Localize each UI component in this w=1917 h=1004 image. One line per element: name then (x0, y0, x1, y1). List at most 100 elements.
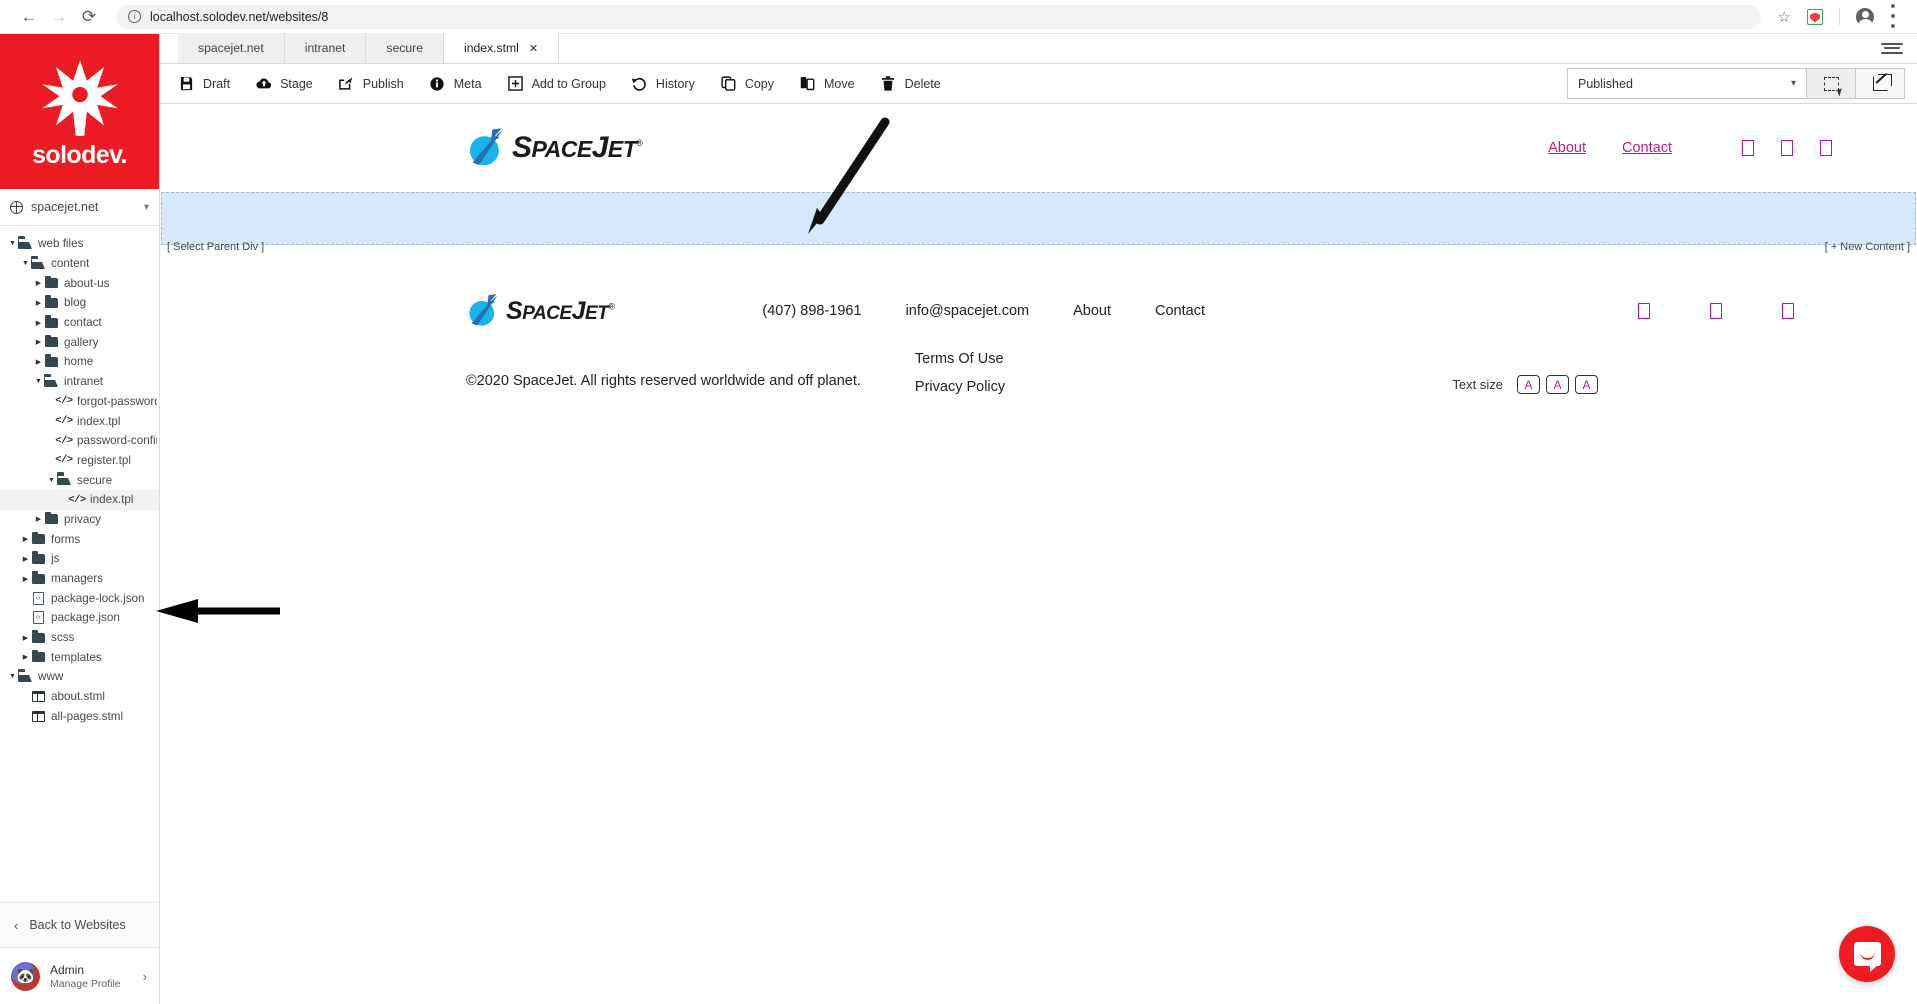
twisty-collapsed-icon[interactable] (21, 555, 30, 563)
reload-icon[interactable]: ⟳ (74, 2, 104, 32)
twisty-collapsed-icon[interactable] (34, 515, 43, 523)
privacy-policy-link[interactable]: Privacy Policy (915, 379, 1005, 395)
social-box-icon-1[interactable] (1742, 140, 1754, 156)
tree-item-intranet[interactable]: intranet (0, 372, 159, 392)
tab-secure[interactable]: secure (366, 33, 444, 63)
footer-email[interactable]: info@spacejet.com (906, 303, 1030, 319)
meta-button[interactable]: Meta (429, 75, 482, 92)
footer-phone[interactable]: (407) 898-1961 (762, 303, 861, 319)
content-drop-zone[interactable]: [ Select Parent Div ] [ + New Content ] (161, 192, 1916, 253)
tree-item-register-tpl[interactable]: </> register.tpl (0, 451, 159, 471)
tree-item-templates[interactable]: templates (0, 647, 159, 667)
twisty-collapsed-icon[interactable] (34, 358, 43, 366)
twisty-collapsed-icon[interactable] (34, 338, 43, 346)
tab-index-stml[interactable]: index.stml ✕ (443, 33, 560, 63)
twisty-expanded-icon[interactable] (47, 477, 56, 484)
footer-link-contact[interactable]: Contact (1155, 303, 1205, 319)
header-nav-contact[interactable]: Contact (1622, 140, 1672, 156)
history-button[interactable]: History (631, 75, 695, 92)
tree-item-about-us[interactable]: about-us (0, 273, 159, 293)
back-to-websites-button[interactable]: ‹ Back to Websites (0, 902, 159, 948)
open-external-button[interactable] (1856, 68, 1905, 99)
profile-avatar-icon[interactable] (1856, 7, 1874, 28)
star-icon[interactable]: ☆ (1771, 8, 1798, 26)
publish-button[interactable]: Publish (338, 75, 404, 92)
tree-item-index-tpl[interactable]: </> index.tpl (0, 411, 159, 431)
tree-item-secure[interactable]: secure (0, 470, 159, 490)
tree-item-content[interactable]: content (0, 254, 159, 274)
chevron-down-icon[interactable]: ▾ (144, 202, 149, 213)
tab-spacejet-net[interactable]: spacejet.net (178, 33, 285, 63)
delete-button[interactable]: Delete (880, 75, 941, 92)
chevron-right-icon[interactable]: › (143, 969, 147, 984)
file-tree[interactable]: web files content about-us blog contact galle… (0, 226, 159, 902)
spacejet-logo-footer[interactable]: SPACEJET® (466, 293, 615, 329)
social-box-icon-3[interactable] (1820, 140, 1832, 156)
twisty-expanded-icon[interactable] (21, 260, 30, 267)
tree-item-managers[interactable]: managers (0, 569, 159, 589)
draft-button[interactable]: Draft (178, 75, 230, 92)
marquee-select-button[interactable] (1807, 68, 1856, 99)
tree-item-privacy[interactable]: privacy (0, 510, 159, 530)
copy-button[interactable]: Copy (720, 75, 774, 92)
tab-intranet[interactable]: intranet (284, 33, 367, 63)
tree-item-scss[interactable]: scss (0, 628, 159, 648)
user-profile[interactable]: 🐼 Admin Manage Profile › (0, 948, 159, 1004)
chevron-down-icon[interactable]: ▾ (1791, 78, 1796, 89)
tree-item-password-confirmation-tpl[interactable]: </> password-confirmation.tpl (0, 431, 159, 451)
document-tabs[interactable]: spacejet.net intranet secure index.stml ✕ (160, 33, 1917, 64)
publish-status-select[interactable]: Published ▾ (1567, 68, 1807, 99)
header-nav-about[interactable]: About (1548, 140, 1586, 156)
hamburger-menu-icon[interactable] (1881, 40, 1903, 56)
toolbar-item-label: History (655, 76, 695, 91)
footer-social-box-icon-2[interactable] (1710, 303, 1722, 319)
tree-item-js[interactable]: js (0, 549, 159, 569)
extension-icon[interactable] (1807, 8, 1823, 25)
address-bar[interactable]: i localhost.solodev.net/websites/8 (116, 4, 1761, 29)
back-arrow-icon[interactable]: ← (14, 2, 44, 32)
tree-item-gallery[interactable]: gallery (0, 332, 159, 352)
tree-item-forgot-password-tpl[interactable]: </> forgot-password.tpl (0, 392, 159, 412)
tree-item-forms[interactable]: forms (0, 529, 159, 549)
open-external-icon (1872, 74, 1892, 91)
text-size-small-button[interactable]: A (1517, 375, 1540, 394)
twisty-collapsed-icon[interactable] (21, 575, 30, 583)
forward-arrow-icon[interactable]: → (44, 2, 74, 32)
spacejet-logo-header[interactable]: SPACEJET® (466, 127, 643, 169)
twisty-collapsed-icon[interactable] (21, 653, 30, 661)
twisty-expanded-icon[interactable] (8, 240, 17, 247)
tree-item-package-lock-json[interactable]: package-lock.json (0, 588, 159, 608)
tree-item-index-tpl[interactable]: </> index.tpl (0, 489, 159, 510)
site-info-icon[interactable]: i (128, 10, 141, 23)
move-button[interactable]: Move (799, 75, 855, 92)
tab-close-icon[interactable]: ✕ (529, 42, 538, 55)
twisty-collapsed-icon[interactable] (34, 279, 43, 287)
stage-button[interactable]: Stage (255, 75, 313, 92)
terms-of-use-link[interactable]: Terms Of Use (915, 351, 1005, 367)
tree-item-blog[interactable]: blog (0, 293, 159, 313)
social-box-icon-2[interactable] (1781, 140, 1793, 156)
twisty-expanded-icon[interactable] (34, 378, 43, 385)
chat-widget-button[interactable] (1839, 926, 1895, 982)
twisty-collapsed-icon[interactable] (34, 299, 43, 307)
site-selector[interactable]: spacejet.net ▾ (0, 189, 159, 226)
tree-item-www[interactable]: www (0, 667, 159, 687)
chrome-menu-icon[interactable]: • • • (1883, 0, 1903, 34)
solodev-logo[interactable]: solodev. (0, 34, 159, 189)
add-to-group-button[interactable]: Add to Group (507, 75, 606, 92)
tree-item-home[interactable]: home (0, 352, 159, 372)
twisty-collapsed-icon[interactable] (21, 634, 30, 642)
twisty-collapsed-icon[interactable] (21, 535, 30, 543)
twisty-expanded-icon[interactable] (8, 673, 17, 680)
tree-item-about-stml[interactable]: about.stml (0, 687, 159, 707)
twisty-collapsed-icon[interactable] (34, 319, 43, 327)
text-size-large-button[interactable]: A (1575, 375, 1598, 394)
tree-item-contact[interactable]: contact (0, 313, 159, 333)
footer-social-box-icon-1[interactable] (1638, 303, 1650, 319)
tree-item-web-files[interactable]: web files (0, 234, 159, 254)
footer-social-box-icon-3[interactable] (1782, 303, 1794, 319)
tree-item-package-json[interactable]: package.json (0, 608, 159, 628)
tree-item-all-pages-stml[interactable]: all-pages.stml (0, 707, 159, 727)
footer-link-about[interactable]: About (1073, 303, 1111, 319)
text-size-medium-button[interactable]: A (1546, 375, 1569, 394)
